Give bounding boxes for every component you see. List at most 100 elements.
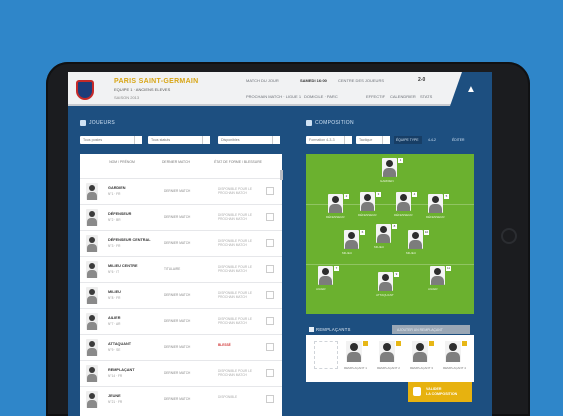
select-checkbox[interactable] — [266, 369, 274, 377]
menu-toggle-button[interactable]: ▲ — [450, 72, 492, 106]
column-header-status[interactable]: ÉTAT DE FORME / BLESSURE — [212, 160, 264, 165]
composition-section-title: COMPOSITION — [306, 120, 354, 126]
player-status: BLESSÉ — [218, 343, 231, 347]
player-subtitle: N°21 · FR — [108, 400, 123, 404]
pitch-player-card[interactable] — [378, 272, 393, 291]
column-header-last-match[interactable]: DERNIER MATCH — [160, 160, 192, 165]
match-value: SAMEDI 16:00 — [300, 78, 327, 83]
table-row[interactable]: AILIER N°7 · AR DERNIER MATCH DISPONIBLE PO… — [80, 308, 282, 334]
pitch-player-name: DÉFENSEUR — [326, 215, 345, 219]
player-subtitle: N°6 · IT — [108, 270, 120, 274]
app-screen: PARIS SAINT-GERMAIN EQUIPE 1 · ANCIENS E… — [68, 72, 492, 416]
player-photo — [86, 235, 98, 252]
pitch-player-card[interactable] — [428, 194, 443, 213]
substitute-badge — [462, 341, 467, 346]
select-checkbox[interactable] — [266, 343, 274, 351]
substitute-badge — [363, 341, 368, 346]
formation-select[interactable]: Formation 4-3-3 — [306, 136, 352, 144]
pitch-player-name: AILIER — [428, 287, 438, 291]
table-row[interactable]: MILIEU N°8 · FR DERNIER MATCH DISPONIBLE PO… — [80, 282, 282, 308]
table-row[interactable]: DÉFENSEUR N°2 · BR DERNIER MATCH DISPONIBLE… — [80, 204, 282, 230]
pitch-player-name: ATTAQUANT — [376, 293, 394, 297]
pitch-player-card[interactable] — [376, 224, 391, 243]
club-crest-icon — [76, 80, 94, 100]
substitute-card[interactable] — [379, 341, 395, 362]
substitute-card[interactable] — [412, 341, 428, 362]
select-checkbox[interactable] — [266, 395, 274, 403]
table-row[interactable]: ATTAQUANT N°9 · SE DERNIER MATCH BLESSÉ — [80, 334, 282, 360]
pitch-player-card[interactable] — [430, 266, 445, 285]
player-status: DISPONIBLE POUR LE PROCHAIN MATCH — [218, 213, 253, 222]
status-filter-select[interactable]: Tous statuts — [148, 136, 210, 144]
app-header: PARIS SAINT-GERMAIN EQUIPE 1 · ANCIENS E… — [68, 72, 492, 106]
nav-squad[interactable]: EFFECTIF — [366, 94, 385, 99]
substitute-badge — [396, 341, 401, 346]
player-subtitle: N°9 · SE — [108, 348, 121, 352]
column-header-name[interactable]: NOM / PRÉNOM — [106, 160, 138, 165]
pitch-player-number: 3 — [376, 192, 381, 197]
select-checkbox[interactable] — [266, 317, 274, 325]
substitute-empty-slot[interactable] — [314, 341, 338, 369]
pitch-player-name: MILIEU — [374, 245, 385, 249]
club-subtitle: EQUIPE 1 · ANCIENS ELEVES — [114, 87, 171, 92]
pitch-player-card[interactable] — [396, 192, 411, 211]
pitch-player-card[interactable] — [408, 230, 423, 249]
player-name: MILIEU CENTRE — [108, 264, 138, 268]
player-last-match: DERNIER MATCH — [164, 215, 191, 219]
position-filter-select[interactable]: Tous postes — [80, 136, 142, 144]
pitch-player-card[interactable] — [360, 192, 375, 211]
pitch-player-card[interactable] — [382, 158, 397, 177]
player-subtitle: N°8 · FR — [108, 296, 121, 300]
players-table: NOM / PRÉNOM DERNIER MATCH ÉTAT DE FORME… — [80, 154, 282, 416]
player-name: GARDIEN — [108, 186, 126, 190]
pitch-player-card[interactable] — [328, 194, 343, 213]
pitch-player-name: MILIEU — [406, 251, 417, 255]
player-last-match: DERNIER MATCH — [164, 397, 191, 401]
table-row[interactable]: MILIEU CENTRE N°6 · IT TITULAIRE DISPONIBLE… — [80, 256, 282, 282]
nav-stats[interactable]: STATS — [420, 94, 432, 99]
player-last-match: DERNIER MATCH — [164, 293, 191, 297]
substitute-card[interactable] — [445, 341, 461, 362]
player-name: MILIEU — [108, 290, 121, 294]
toggle-team-type[interactable]: ÉQUIPE TYPE — [394, 136, 422, 144]
select-checkbox[interactable] — [266, 265, 274, 273]
player-status: DISPONIBLE POUR LE PROCHAIN MATCH — [218, 239, 253, 248]
pitch-player-number: 6 — [360, 230, 365, 235]
player-photo — [86, 339, 98, 356]
player-subtitle: N°3 · FR — [108, 244, 121, 248]
confirm-lineup-button[interactable]: VALIDER LA COMPOSITION — [408, 382, 472, 402]
pitch: 1 GARDIEN 2 DÉFENSEUR 3 DÉFENSEUR 4 DÉFENSEUR 5 D… — [306, 154, 474, 314]
substitute-name: REMPLAÇANT 3 — [410, 366, 433, 370]
availability-filter-select[interactable]: Disponibles — [218, 136, 280, 144]
select-checkbox[interactable] — [266, 187, 274, 195]
select-checkbox[interactable] — [266, 291, 274, 299]
table-row[interactable]: DÉFENSEUR CENTRAL N°3 · FR DERNIER MATCH DI… — [80, 230, 282, 256]
info-venue: DOMICILE · PARC — [304, 94, 338, 99]
player-name: JEUNE — [108, 394, 121, 398]
player-status: DISPONIBLE POUR LE PROCHAIN MATCH — [218, 369, 253, 378]
pitch-player-name: DÉFENSEUR — [426, 215, 445, 219]
pitch-player-number: 2 — [344, 194, 349, 199]
players-icon — [80, 120, 86, 126]
players-scrollbar[interactable] — [280, 170, 283, 180]
pitch-player-card[interactable] — [318, 266, 333, 285]
player-subtitle: N°7 · AR — [108, 322, 121, 326]
tactic-select[interactable]: Tactique — [356, 136, 390, 144]
player-name: ATTAQUANT — [108, 342, 132, 346]
toggle-formation[interactable]: 4-4-2 — [426, 136, 446, 144]
nav-calendar[interactable]: CALENDRIER — [390, 94, 416, 99]
select-checkbox[interactable] — [266, 213, 274, 221]
add-substitute-button[interactable]: AJOUTER UN REMPLAÇANT — [392, 325, 470, 334]
table-row[interactable]: GARDIEN N°1 · FR DERNIER MATCH DISPONIBLE P… — [80, 178, 282, 204]
player-name: AILIER — [108, 316, 121, 320]
toggle-edit[interactable]: ÉDITER — [450, 136, 472, 144]
select-checkbox[interactable] — [266, 239, 274, 247]
substitute-card[interactable] — [346, 341, 362, 362]
pitch-player-number: 11 — [446, 266, 451, 271]
pitch-player-number: 5 — [444, 194, 449, 199]
pitch-player-card[interactable] — [344, 230, 359, 249]
table-row[interactable]: JEUNE N°21 · FR DERNIER MATCH DISPONIBLE — [80, 386, 282, 412]
player-status: DISPONIBLE POUR LE PROCHAIN MATCH — [218, 265, 253, 274]
player-subtitle: N°1 · FR — [108, 192, 121, 196]
table-row[interactable]: REMPLAÇANT N°14 · FR DERNIER MATCH DISPONIB… — [80, 360, 282, 386]
